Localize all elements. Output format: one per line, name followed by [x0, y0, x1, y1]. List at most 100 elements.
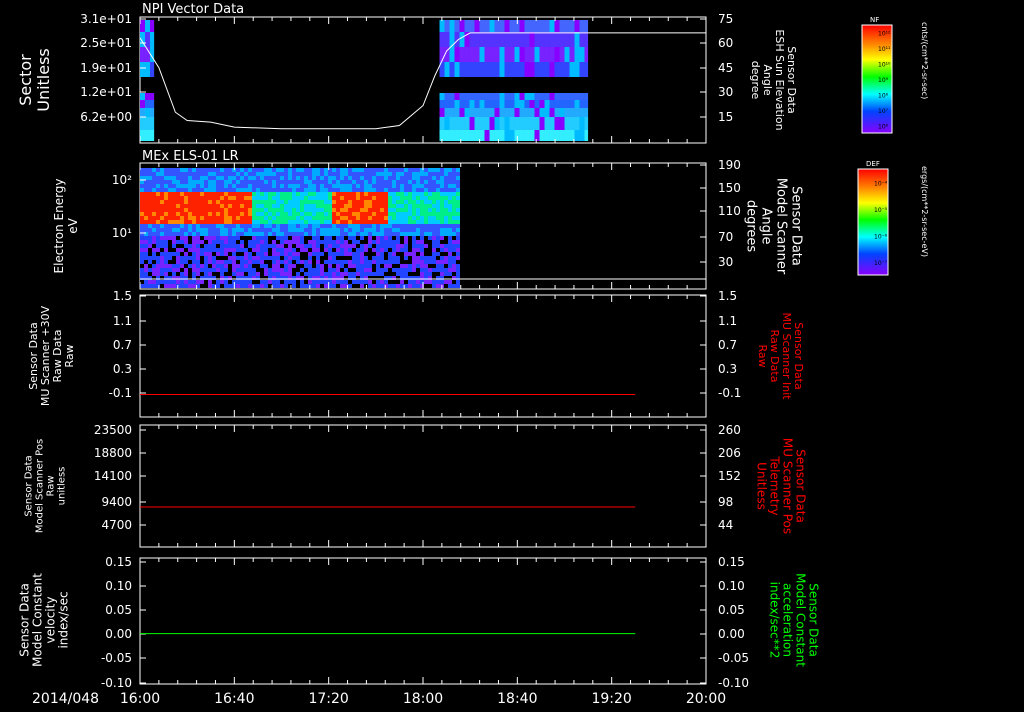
els-cell: [212, 208, 216, 212]
els-cell: [156, 216, 160, 220]
els-cell: [292, 224, 296, 228]
els-cell: [208, 172, 212, 176]
els-cell: [328, 272, 332, 276]
els-cell: [324, 200, 328, 204]
right-tick-label: 98: [718, 495, 733, 509]
npi-cell: [524, 20, 530, 32]
els-cell: [420, 196, 424, 200]
els-cell: [276, 252, 280, 256]
els-cell: [428, 172, 432, 176]
els-cell: [316, 232, 320, 236]
els-cell: [364, 240, 368, 244]
els-cell: [308, 260, 312, 264]
els-cell: [308, 200, 312, 204]
els-cell: [236, 240, 240, 244]
npi-cell: [464, 20, 470, 32]
els-cell: [412, 280, 416, 284]
els-cell: [368, 176, 372, 180]
els-cell: [356, 184, 360, 188]
els-spectrogram: [140, 168, 706, 288]
els-cell: [312, 264, 316, 268]
els-cell: [368, 172, 372, 176]
els-cell: [144, 284, 148, 288]
els-cell: [452, 196, 456, 200]
els-cell: [324, 168, 328, 172]
els-cell: [444, 192, 448, 196]
els-cell: [220, 236, 224, 240]
els-cell: [392, 208, 396, 212]
els-cell: [424, 204, 428, 208]
els-cell: [188, 204, 192, 208]
els-cell: [232, 240, 236, 244]
els-cell: [372, 264, 376, 268]
els-cell: [264, 188, 268, 192]
els-cell: [240, 224, 244, 228]
els-cell: [308, 280, 312, 284]
els-cell: [304, 192, 308, 196]
els-cell: [384, 260, 388, 264]
els-cell: [276, 236, 280, 240]
els-cell: [200, 248, 204, 252]
els-cell: [448, 184, 452, 188]
npi-cell: [140, 130, 145, 141]
els-cell: [392, 188, 396, 192]
npi-cell: [544, 108, 550, 117]
els-cell: [364, 256, 368, 260]
npi-cell: [554, 93, 560, 100]
els-cell: [188, 220, 192, 224]
els-cell: [188, 180, 192, 184]
els-cell: [360, 280, 364, 284]
els-cell: [240, 268, 244, 272]
els-cell: [340, 188, 344, 192]
npi-cell: [449, 130, 455, 141]
els-cell: [252, 208, 256, 212]
els-cell: [308, 232, 312, 236]
els-cell: [352, 260, 356, 264]
els-cell: [144, 188, 148, 192]
els-cell: [356, 264, 360, 268]
els-cell: [408, 232, 412, 236]
npi-cell: [584, 100, 589, 108]
els-cell: [228, 200, 232, 204]
els-cell: [360, 220, 364, 224]
els-cell: [448, 264, 452, 268]
npi-cell: [519, 130, 525, 141]
els-cell: [184, 240, 188, 244]
els-cell: [276, 196, 280, 200]
els-cell: [172, 184, 176, 188]
els-cell: [380, 268, 384, 272]
els-cell: [284, 264, 288, 268]
npi-cell: [494, 108, 500, 117]
els-cell: [148, 244, 152, 248]
els-cell: [152, 168, 156, 172]
els-cell: [152, 172, 156, 176]
els-cell: [260, 188, 264, 192]
els-cell: [356, 212, 360, 216]
els-cell: [436, 180, 440, 184]
panel-npi: NPI Vector Data 3.1e+012.5e+011.9e+011.2…: [16, 2, 798, 144]
els-cell: [200, 256, 204, 260]
els-cell: [412, 220, 416, 224]
els-cell: [232, 184, 236, 188]
els-cell: [200, 284, 204, 288]
els-cell: [244, 264, 248, 268]
els-cell: [456, 244, 460, 248]
els-cell: [348, 224, 352, 228]
els-cell: [336, 224, 340, 228]
els-cell: [148, 172, 152, 176]
els-cell: [396, 268, 400, 272]
els-cell: [200, 228, 204, 232]
els-cell: [340, 248, 344, 252]
els-cell: [448, 280, 452, 284]
els-cell: [200, 192, 204, 196]
els-cell: [280, 196, 284, 200]
els-cell: [228, 212, 232, 216]
els-cell: [312, 252, 316, 256]
els-cell: [392, 192, 396, 196]
els-cell: [176, 236, 180, 240]
right-tick-label: 110: [718, 204, 741, 218]
els-cell: [332, 176, 336, 180]
els-cell: [420, 260, 424, 264]
els-cell: [276, 248, 280, 252]
npi-cell: [514, 93, 520, 100]
